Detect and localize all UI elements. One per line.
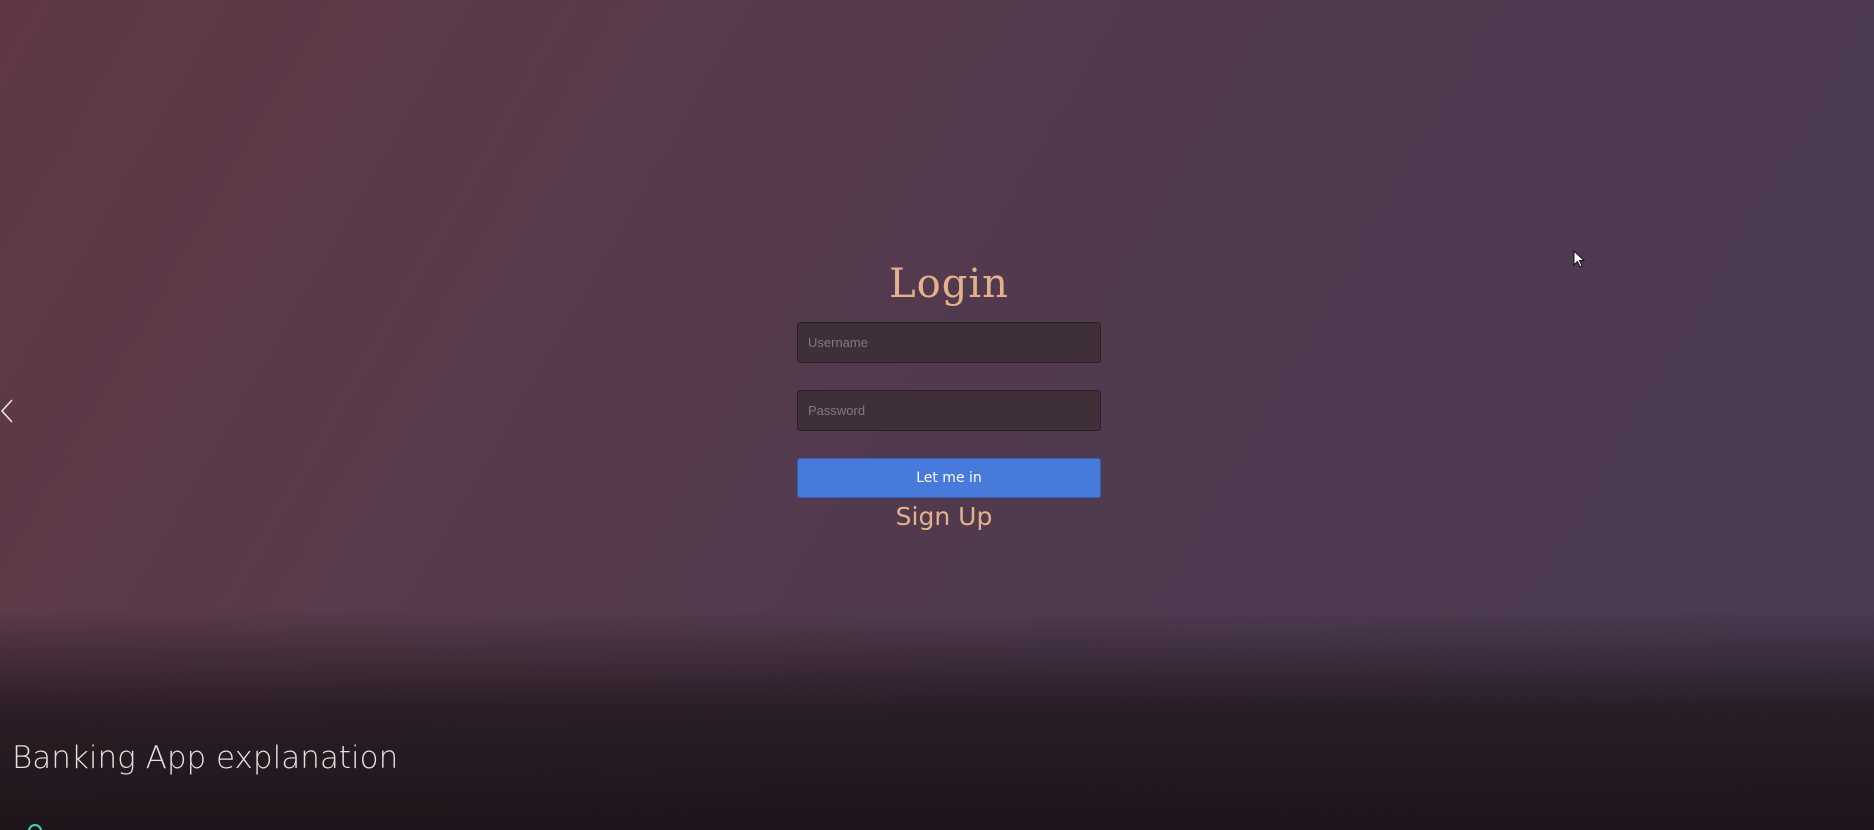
circle-indicator-icon	[28, 824, 42, 830]
signup-link[interactable]: Sign Up	[797, 502, 1091, 531]
video-title: Banking App explanation	[12, 740, 399, 776]
login-title: Login	[889, 261, 1009, 307]
login-button[interactable]: Let me in	[797, 458, 1101, 498]
chevron-left-icon[interactable]	[0, 396, 20, 426]
username-input[interactable]	[797, 322, 1101, 363]
login-form: Login Let me in Sign Up	[797, 258, 1101, 531]
password-input[interactable]	[797, 390, 1101, 431]
mouse-pointer-icon	[1573, 249, 1587, 270]
bottom-gradient-overlay	[0, 610, 1874, 830]
